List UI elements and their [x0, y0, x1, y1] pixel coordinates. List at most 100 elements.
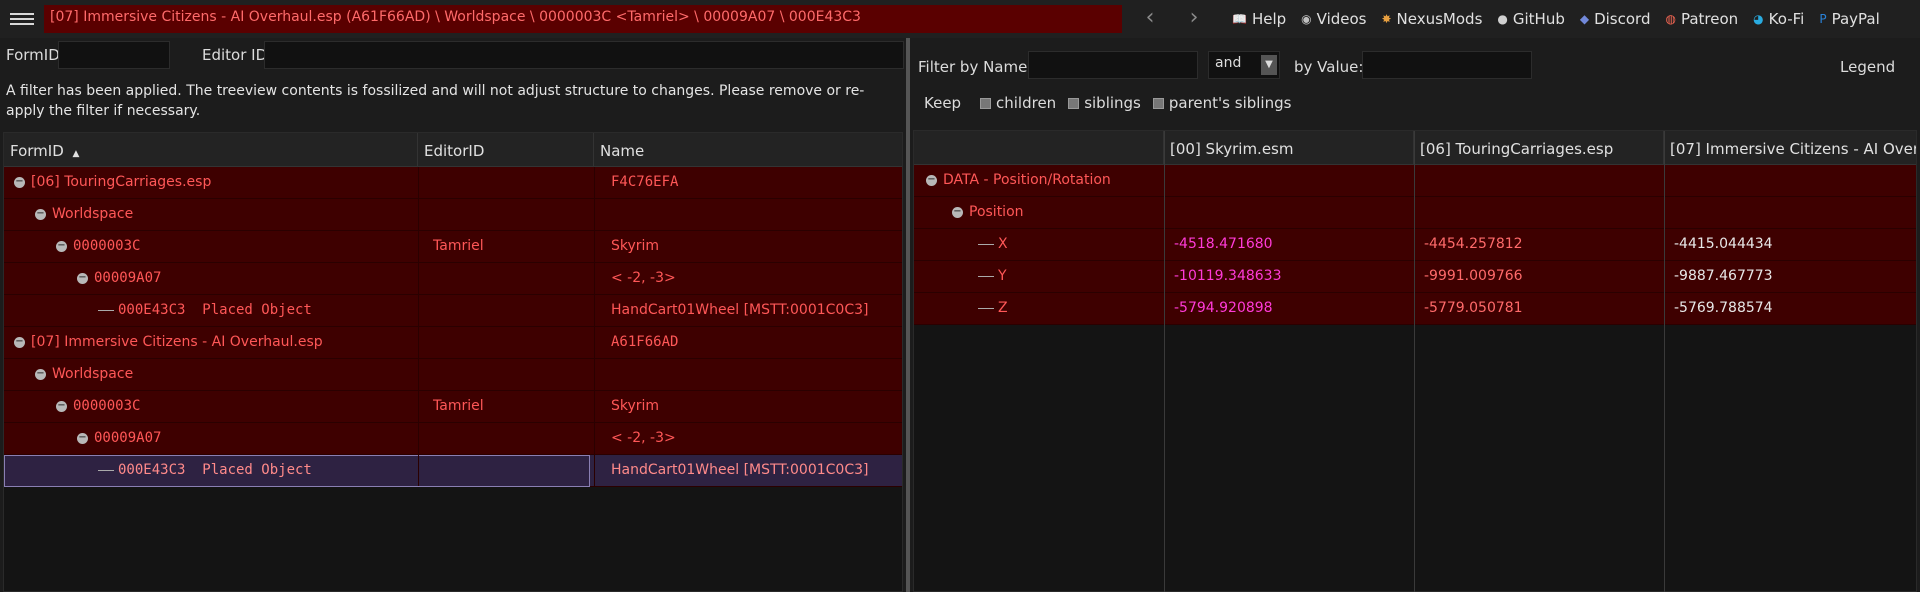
tree-name: [603, 199, 611, 231]
legend-link[interactable]: Legend: [1840, 58, 1895, 76]
collapse-icon[interactable]: −: [77, 432, 88, 444]
tree-editorid: [425, 327, 433, 359]
compare-row[interactable]: Y -10119.348633 -9991.009766 -9887.467773: [914, 261, 1916, 293]
compare-value[interactable]: -5794.920898: [1164, 293, 1273, 325]
tree-editorid: Tamriel: [433, 238, 484, 254]
compare-row[interactable]: Z -5794.920898 -5779.050781 -5769.788574: [914, 293, 1916, 325]
compare-value[interactable]: [1414, 165, 1424, 197]
collapse-icon[interactable]: −: [952, 206, 963, 218]
keep-option[interactable]: siblings: [1068, 94, 1141, 112]
tree-formid: Worldspace: [52, 206, 134, 222]
col-header-editorid[interactable]: EditorID: [418, 133, 594, 167]
compare-row[interactable]: X -4518.471680 -4454.257812 -4415.044434: [914, 229, 1916, 261]
keep-checkbox[interactable]: [1152, 97, 1164, 109]
tree-editorid: [425, 359, 433, 391]
collapse-icon[interactable]: −: [56, 240, 67, 252]
record-tree: FormID ▲ EditorID Name − [06] TouringCarr…: [3, 132, 903, 592]
nav-forward-icon[interactable]: ›: [1180, 7, 1208, 31]
compare-value[interactable]: -4454.257812: [1414, 229, 1523, 261]
compare-value[interactable]: [1664, 165, 1674, 197]
compare-value[interactable]: -10119.348633: [1164, 261, 1281, 293]
tree-row[interactable]: −0000003C Tamriel Skyrim: [4, 391, 902, 423]
tree-name: Skyrim: [611, 238, 660, 254]
collapse-icon[interactable]: −: [77, 272, 88, 284]
tree-row[interactable]: − Worldspace: [4, 199, 902, 231]
col-header-name[interactable]: Name: [594, 133, 902, 167]
tree-row[interactable]: 000E43C3 Placed Object HandCart01Wheel [M…: [4, 455, 902, 487]
compare-value[interactable]: [1164, 165, 1174, 197]
tree-formid: [06] TouringCarriages.esp: [31, 174, 212, 190]
column-divider: [418, 391, 419, 422]
compare-row[interactable]: − DATA - Position/Rotation: [914, 165, 1916, 197]
link-help[interactable]: 📖 Help: [1232, 10, 1286, 28]
tree-editorid: Tamriel: [433, 398, 484, 414]
tree-row[interactable]: −00009A07 < -2, -3>: [4, 423, 902, 455]
compare-value[interactable]: [1164, 197, 1174, 229]
formid-input[interactable]: [58, 41, 170, 69]
collapse-icon[interactable]: −: [14, 176, 25, 188]
column-divider: [418, 423, 419, 454]
tree-row[interactable]: − Worldspace: [4, 359, 902, 391]
collapse-icon[interactable]: −: [14, 336, 25, 348]
tree-row[interactable]: 000E43C3 Placed Object HandCart01Wheel [M…: [4, 295, 902, 327]
operator-select[interactable]: and ▼: [1208, 51, 1280, 79]
compare-value[interactable]: [1664, 197, 1674, 229]
compare-row[interactable]: − Position: [914, 197, 1916, 229]
patreon-icon: ◍: [1665, 12, 1676, 26]
right-pane: Filter by Name: and ▼ by Value: Legend K…: [910, 38, 1920, 592]
link-nexusmods[interactable]: ✸ NexusMods: [1381, 10, 1482, 28]
compare-col-skyrim[interactable]: [00] Skyrim.esm: [1164, 131, 1414, 165]
compare-field-label: Y: [998, 268, 1007, 284]
link-github[interactable]: ● GitHub: [1497, 10, 1564, 28]
tree-row[interactable]: − [06] TouringCarriages.esp F4C76EFA: [4, 167, 902, 199]
tree-row[interactable]: −00009A07 < -2, -3>: [4, 263, 902, 295]
compare-divider: [1164, 131, 1165, 592]
keep-checkbox[interactable]: [1068, 97, 1080, 109]
link-label: NexusMods: [1396, 10, 1483, 28]
operator-value: and: [1215, 55, 1242, 71]
keep-option[interactable]: children: [980, 94, 1056, 112]
column-divider: [594, 455, 595, 486]
compare-field-label: Z: [998, 300, 1008, 316]
link-paypal[interactable]: P PayPal: [1819, 10, 1879, 28]
filter-by-name-label: Filter by Name:: [918, 58, 1033, 76]
collapse-icon[interactable]: −: [35, 368, 46, 380]
tree-row[interactable]: −0000003C Tamriel Skyrim: [4, 231, 902, 263]
compare-value[interactable]: -5769.788574: [1664, 293, 1773, 325]
keep-checkbox[interactable]: [980, 97, 991, 109]
editorid-input[interactable]: [264, 41, 904, 69]
compare-col-touring[interactable]: [06] TouringCarriages.esp: [1414, 131, 1664, 165]
compare-col-label[interactable]: [914, 131, 1164, 165]
link-patreon[interactable]: ◍ Patreon: [1665, 10, 1738, 28]
link-ko-fi[interactable]: ◕ Ko-Fi: [1753, 10, 1804, 28]
compare-value[interactable]: -5779.050781: [1414, 293, 1523, 325]
collapse-icon[interactable]: −: [926, 174, 937, 186]
column-divider: [418, 167, 419, 198]
keep-option-label: children: [996, 94, 1057, 112]
compare-value[interactable]: [1414, 197, 1424, 229]
collapse-icon[interactable]: −: [35, 208, 46, 220]
collapse-icon[interactable]: −: [56, 400, 67, 412]
filter-value-input[interactable]: [1362, 51, 1532, 79]
compare-value[interactable]: -9887.467773: [1664, 261, 1773, 293]
compare-col-immersive[interactable]: [07] Immersive Citizens - AI Overh...: [1664, 131, 1916, 165]
tree-branch-line: [98, 469, 114, 471]
compare-value[interactable]: -9991.009766: [1414, 261, 1523, 293]
hamburger-menu-icon[interactable]: [8, 10, 36, 30]
tree-editorid: [425, 295, 433, 327]
col-header-formid[interactable]: FormID ▲: [4, 133, 418, 167]
nav-back-icon[interactable]: ‹: [1136, 7, 1164, 31]
tree-name: < -2, -3>: [611, 430, 676, 446]
column-divider: [594, 199, 595, 230]
compare-divider: [1664, 131, 1665, 592]
tree-row[interactable]: − [07] Immersive Citizens - AI Overhaul.e…: [4, 327, 902, 359]
compare-value[interactable]: -4518.471680: [1164, 229, 1273, 261]
link-videos[interactable]: ◉ Videos: [1301, 10, 1366, 28]
keep-option[interactable]: parent's siblings: [1152, 94, 1291, 112]
filter-name-input[interactable]: [1028, 51, 1198, 79]
chevron-down-icon[interactable]: ▼: [1261, 55, 1277, 75]
link-discord[interactable]: ◆ Discord: [1580, 10, 1651, 28]
compare-value[interactable]: -4415.044434: [1664, 229, 1773, 261]
record-path-bar[interactable]: [07] Immersive Citizens - AI Overhaul.es…: [44, 5, 1122, 33]
top-links: 📖 Help ◉ Videos ✸ NexusMods ● GitHub ◆ Discord ◍ Pa…: [1232, 8, 1895, 30]
